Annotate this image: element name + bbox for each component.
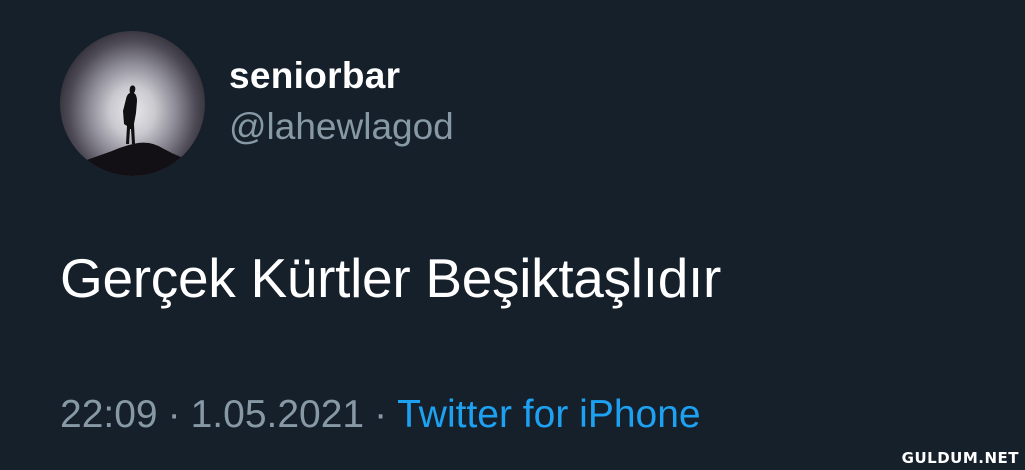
watermark: GULDUM.NET [901,449,1019,467]
avatar[interactable] [60,31,205,176]
meta-separator: · [167,393,181,436]
meta-separator: · [374,393,388,436]
user-handle[interactable]: @lahewlagod [229,106,454,148]
tweet-meta: 22:09 · 1.05.2021 · Twitter for iPhone [60,393,701,437]
tweet-text: Gerçek Kürtler Beşiktaşlıdır [60,247,721,309]
tweet-card: seniorbar @lahewlagod Gerçek Kürtler Beş… [0,0,1025,470]
silhouette-icon [60,85,205,176]
tweet-time[interactable]: 22:09 [60,393,158,436]
tweet-date[interactable]: 1.05.2021 [191,393,365,436]
display-name[interactable]: seniorbar [229,55,400,97]
tweet-source-link[interactable]: Twitter for iPhone [397,393,700,436]
